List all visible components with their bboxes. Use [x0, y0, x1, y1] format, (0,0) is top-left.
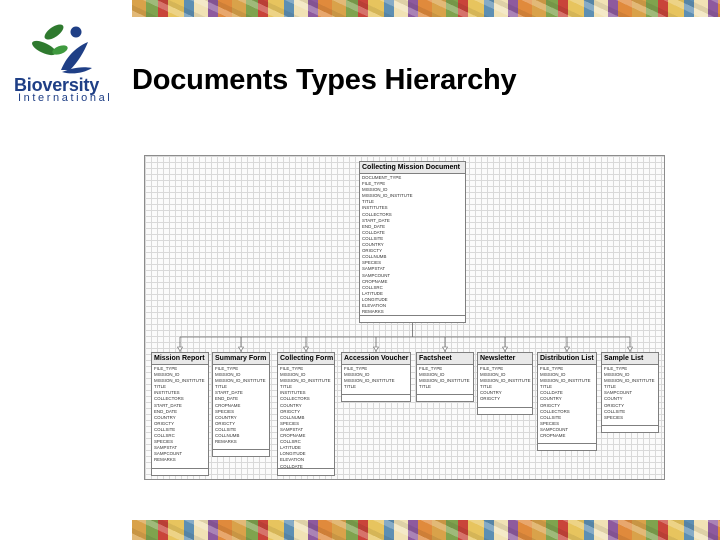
entity-mission-report: Mission Report FILE_TYPE MISSION_ID MISSION…	[151, 352, 209, 476]
field-list: FILE_TYPE MISSION_ID MISSION_ID_INSTITUTE T…	[342, 365, 410, 390]
entity-footer-divider	[478, 406, 532, 408]
field-item: TITLE	[344, 384, 356, 390]
entity-footer-divider	[278, 468, 334, 469]
entity-footer-divider	[360, 315, 465, 316]
arrowhead-icon	[563, 346, 571, 352]
top-decorative-banner	[132, 0, 720, 17]
entity-summary-form: Summary Form FILE_TYPE MISSION_ID MISSION_I…	[212, 352, 270, 458]
entity-distribution-list: Distribution List FILE_TYPE MISSION_ID MISS…	[537, 352, 597, 452]
entity-factsheet: Factsheet FILE_TYPE MISSION_ID MISSION_ID_I…	[416, 352, 474, 403]
entity-header: Factsheet	[417, 353, 473, 365]
entity-collecting-form: Collecting Form FILE_TYPE MISSION_ID MISSIO…	[277, 352, 335, 476]
entity-header: Accession Voucher	[342, 353, 410, 365]
entity-header: Newsletter	[478, 353, 532, 365]
field-list: DOCUMENT_TYPE FILE_TYPE MISSION_ID MISSION_…	[360, 174, 465, 315]
arrowhead-icon	[302, 346, 310, 352]
field-item: SPECIES	[604, 414, 624, 420]
arrowhead-icon	[626, 346, 634, 352]
field-list: FILE_TYPE MISSION_ID MISSION_ID_INSTITUTE T…	[478, 365, 532, 403]
field-list: FILE_TYPE MISSION_ID MISSION_ID_INSTITUTE T…	[213, 365, 269, 445]
field-list: FILE_TYPE MISSION_ID MISSION_ID_INSTITUTE T…	[152, 365, 208, 464]
field-item: REMARKS	[215, 439, 237, 445]
slide-title: Documents Types Hierarchy	[132, 64, 517, 96]
arrowhead-icon	[237, 346, 245, 352]
entity-footer-divider	[342, 394, 410, 396]
entity-collecting-mission-document: Collecting Mission Document DOCUMENT_TYPE…	[359, 161, 466, 323]
field-item: TITLE	[419, 384, 431, 390]
arrowhead-icon	[372, 346, 380, 352]
entity-footer-divider	[417, 394, 473, 396]
entity-accession-voucher: Accession Voucher FILE_TYPE MISSION_ID MISS…	[341, 352, 411, 403]
field-list: FILE_TYPE MISSION_ID MISSION_ID_INSTITUTE T…	[278, 365, 334, 470]
entity-header: Mission Report	[152, 353, 208, 365]
field-item: REMARKS	[154, 457, 176, 463]
entity-footer-divider	[538, 443, 596, 445]
logo-subtext: International	[18, 92, 113, 104]
field-list: FILE_TYPE MISSION_ID MISSION_ID_INSTITUTE T…	[602, 365, 658, 421]
entity-footer-divider	[602, 424, 658, 426]
entity-header: Collecting Mission Document	[360, 162, 465, 174]
arrowhead-icon	[176, 346, 184, 352]
entity-sample-list: Sample List FILE_TYPE MISSION_ID MISSION_ID…	[601, 352, 659, 433]
field-item: CROPNAME	[540, 433, 566, 439]
arrowhead-icon	[501, 346, 509, 352]
diagram-frame: Collecting Mission Document DOCUMENT_TYPE…	[144, 155, 665, 480]
bottom-decorative-banner	[132, 520, 720, 540]
entity-header: Sample List	[602, 353, 658, 365]
entity-footer-divider	[213, 449, 269, 451]
entity-header: Summary Form	[213, 353, 269, 365]
field-item: ORIGCTY	[480, 396, 501, 402]
entity-header: Collecting Form	[278, 353, 334, 365]
entity-footer-divider	[152, 467, 208, 469]
field-list: FILE_TYPE MISSION_ID MISSION_ID_INSTITUTE T…	[538, 365, 596, 439]
arrowhead-icon	[441, 346, 449, 352]
entity-header: Distribution List	[538, 353, 596, 365]
entity-newsletter: Newsletter FILE_TYPE MISSION_ID MISSION_ID_…	[477, 352, 533, 415]
field-list: FILE_TYPE MISSION_ID MISSION_ID_INSTITUTE T…	[417, 365, 473, 390]
